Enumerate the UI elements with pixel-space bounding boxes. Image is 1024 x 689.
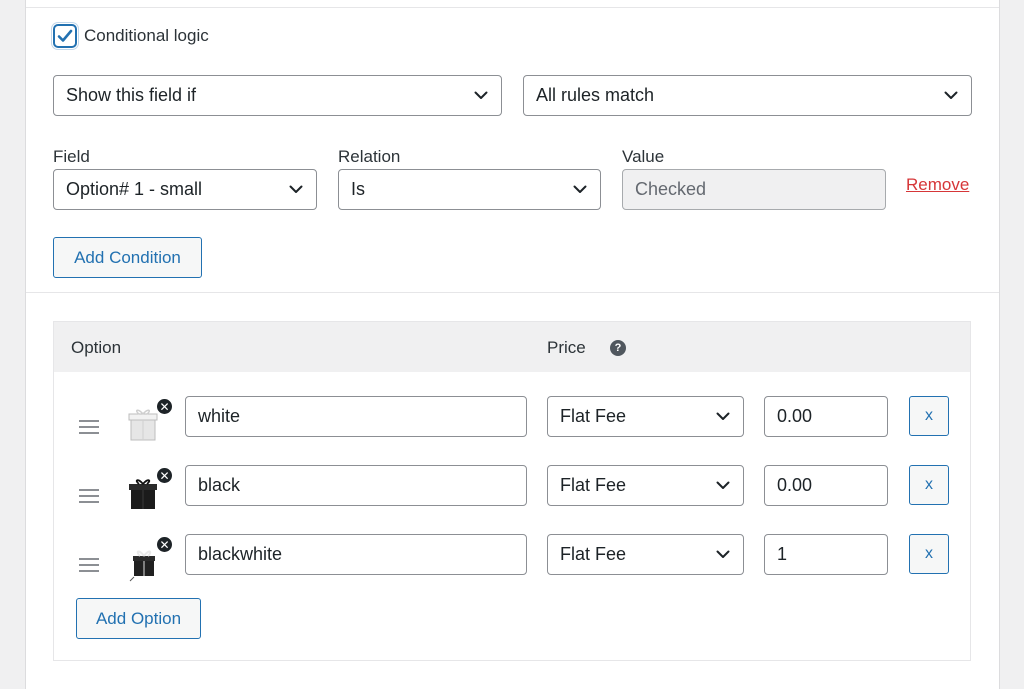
price-input[interactable]: 0.00: [764, 465, 888, 506]
chevron-down-icon: [715, 481, 731, 491]
option-row: ✕ white Flat Fee 0.00 x: [54, 396, 970, 456]
condition-relation-value: Is: [351, 179, 366, 199]
price-type-value: Flat Fee: [560, 406, 627, 426]
drag-handle-icon[interactable]: [79, 489, 99, 503]
relation-column-label: Relation: [338, 147, 401, 166]
option-name-value: white: [198, 406, 241, 426]
remove-option-button[interactable]: x: [909, 534, 949, 574]
chevron-down-icon: [288, 185, 304, 195]
rules-match-value: All rules match: [536, 85, 655, 105]
price-column-header: Price: [547, 338, 586, 357]
visibility-action-value: Show this field if: [66, 85, 197, 105]
section-divider: [26, 292, 999, 293]
price-input[interactable]: 0.00: [764, 396, 888, 437]
add-condition-button[interactable]: Add Condition: [53, 237, 202, 278]
option-name-input[interactable]: black: [185, 465, 527, 506]
drag-handle-icon[interactable]: [79, 558, 99, 572]
remove-condition-link[interactable]: Remove: [906, 175, 969, 195]
condition-field-value: Option# 1 - small: [66, 179, 203, 199]
checkmark-icon: [57, 29, 73, 42]
condition-value-text: Checked: [635, 179, 707, 199]
price-type-value: Flat Fee: [560, 475, 627, 495]
rules-match-select[interactable]: All rules match: [523, 75, 972, 116]
options-table: Option Price ? ✕ white Flat Fee 0.00 x ✕…: [53, 321, 971, 661]
drag-handle-icon[interactable]: [79, 420, 99, 434]
price-value: 0.00: [777, 406, 813, 426]
price-type-select[interactable]: Flat Fee: [547, 396, 744, 437]
chevron-down-icon: [473, 91, 489, 101]
options-table-header: Option Price ?: [54, 322, 970, 372]
condition-field-select[interactable]: Option# 1 - small: [53, 169, 317, 210]
add-option-button[interactable]: Add Option: [76, 598, 201, 639]
option-row: ✕ blackwhite Flat Fee 1 x: [54, 534, 970, 594]
chevron-down-icon: [715, 412, 731, 422]
remove-image-icon[interactable]: ✕: [156, 398, 173, 415]
chevron-down-icon: [943, 91, 959, 101]
price-type-select[interactable]: Flat Fee: [547, 465, 744, 506]
field-column-label: Field: [53, 147, 90, 166]
conditional-logic-label: Conditional logic: [84, 26, 209, 45]
option-row: ✕ black Flat Fee 0.00 x: [54, 465, 970, 525]
conditional-logic-row: Conditional logic: [53, 24, 209, 48]
top-divider: [26, 7, 999, 8]
remove-option-button[interactable]: x: [909, 465, 949, 505]
options-panel: Conditional logic Show this field if All…: [25, 0, 1000, 689]
price-value: 0.00: [777, 475, 813, 495]
condition-value-input[interactable]: Checked: [622, 169, 886, 210]
remove-image-icon[interactable]: ✕: [156, 467, 173, 484]
remove-option-button[interactable]: x: [909, 396, 949, 436]
value-column-label: Value: [622, 147, 665, 166]
option-name-input[interactable]: white: [185, 396, 527, 437]
condition-relation-select[interactable]: Is: [338, 169, 601, 210]
price-input[interactable]: 1: [764, 534, 888, 575]
help-icon[interactable]: ?: [610, 340, 626, 356]
option-name-value: black: [198, 475, 241, 495]
option-name-value: blackwhite: [198, 544, 283, 564]
option-column-header: Option: [71, 338, 122, 357]
chevron-down-icon: [572, 185, 588, 195]
option-name-input[interactable]: blackwhite: [185, 534, 527, 575]
conditional-logic-checkbox[interactable]: [53, 24, 77, 48]
remove-image-icon[interactable]: ✕: [156, 536, 173, 553]
visibility-action-select[interactable]: Show this field if: [53, 75, 502, 116]
price-type-select[interactable]: Flat Fee: [547, 534, 744, 575]
chevron-down-icon: [715, 550, 731, 560]
price-value: 1: [777, 544, 788, 564]
price-type-value: Flat Fee: [560, 544, 627, 564]
